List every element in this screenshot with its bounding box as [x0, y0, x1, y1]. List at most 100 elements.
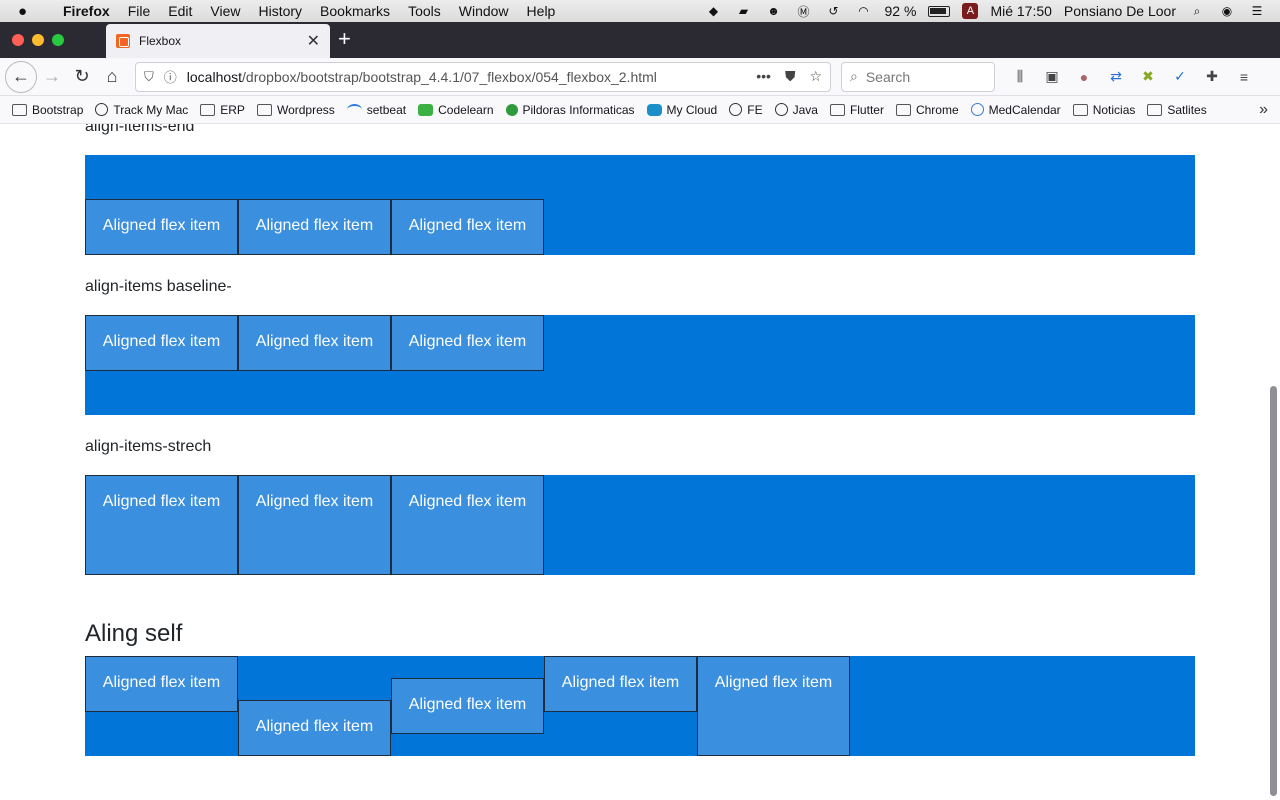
navigation-toolbar: ← → ↻ ⌂ ⛉ ⓘ localhost/dropbox/bootstrap/… [0, 58, 1280, 96]
time-machine-icon[interactable]: ↺ [825, 3, 843, 19]
bookmark-wordpress[interactable]: Wordpress [256, 102, 335, 117]
vertical-scrollbar-thumb[interactable] [1270, 386, 1277, 796]
bookmark-satlites[interactable]: Satlites [1147, 103, 1207, 117]
site-info-icon[interactable]: ⓘ [164, 67, 177, 86]
menu-firefox[interactable]: Firefox [54, 3, 119, 19]
spotlight-icon[interactable]: ⌕ [1188, 3, 1206, 19]
sidebar-icon[interactable]: ▣ [1041, 66, 1063, 88]
clock[interactable]: Mié 17:50 [990, 3, 1051, 19]
bookmark-fe[interactable]: FE [729, 103, 763, 117]
bookmark-label: MedCalendar [988, 102, 1061, 117]
flex-item: Aligned flex item [391, 315, 544, 371]
url-bar[interactable]: ⛉ ⓘ localhost/dropbox/bootstrap/bootstra… [135, 61, 831, 92]
v-extension-icon[interactable]: ✓ [1169, 66, 1191, 88]
bookmark-pildoras-informaticas[interactable]: Pildoras Informaticas [505, 102, 635, 117]
menu-tools[interactable]: Tools [399, 3, 450, 19]
bookmark-label: Noticias [1092, 102, 1136, 117]
notification-center-icon[interactable]: ☰ [1248, 3, 1266, 19]
flex-item: Aligned flex item [238, 315, 391, 371]
bookmark-label: Pildoras Informaticas [522, 102, 635, 117]
menu-edit[interactable]: Edit [159, 3, 201, 19]
wifi-icon[interactable]: ◠ [855, 3, 873, 19]
x-extension-icon[interactable]: ✖ [1137, 66, 1159, 88]
flex-item-align-self-end: Aligned flex item [238, 700, 391, 756]
flex-container-align-baseline: Aligned flex item Aligned flex item Alig… [85, 315, 1195, 415]
flex-item-align-self-center: Aligned flex item [391, 678, 544, 734]
more-bookmarks-chevron-icon[interactable]: » [1259, 101, 1268, 119]
search-placeholder: Search [865, 68, 911, 85]
input-source-badge[interactable]: A [962, 3, 979, 19]
codelearn-icon [418, 103, 434, 116]
menubar-status-area: ◆ ▰ ☻ Ⓜ ↺ ◠ 92 % A Mié 17:50 Ponsiano De… [705, 3, 1280, 19]
battery-icon[interactable] [928, 5, 951, 17]
minimize-window-button[interactable] [32, 34, 44, 46]
flex-item: Aligned flex item [85, 199, 238, 255]
folder-icon [895, 103, 911, 116]
tab-title: Flexbox [139, 34, 182, 48]
globe-icon [774, 103, 788, 116]
macos-menubar: ● Firefox File Edit View History Bookmar… [0, 0, 1280, 22]
pildoras-icon [505, 103, 518, 116]
alien-icon[interactable]: ☻ [765, 3, 783, 19]
bookmark-label: Bootstrap [32, 102, 84, 117]
label-align-items-stretch: align-items-strech [85, 438, 212, 455]
bookmark-codelearn[interactable]: Codelearn [418, 103, 494, 117]
tab-flexbox[interactable]: Flexbox ✕ [106, 24, 330, 58]
bookmark-star-icon[interactable]: ☆ [809, 68, 822, 85]
menu-bookmarks[interactable]: Bookmarks [311, 3, 399, 19]
apple-menu-icon[interactable]: ● [18, 3, 40, 20]
bookmark-flutter[interactable]: Flutter [829, 103, 884, 117]
url-actions: ••• ⛊ ☆ [756, 68, 822, 85]
bookmark-label: setbeat [366, 102, 407, 117]
bookmark-chrome[interactable]: Chrome [895, 103, 959, 117]
close-tab-icon[interactable]: ✕ [307, 31, 320, 51]
zoom-window-button[interactable] [52, 34, 64, 46]
translate-icon[interactable]: ⇄ [1105, 66, 1127, 88]
pocket-icon[interactable]: ⛊ [785, 68, 796, 85]
bookmark-erp[interactable]: ERP [200, 103, 245, 117]
bookmark-setbeat[interactable]: setbeat [346, 102, 407, 117]
page-actions-icon[interactable]: ••• [756, 68, 771, 85]
flex-item: Aligned flex item [85, 315, 238, 371]
reload-button[interactable]: ↻ [67, 62, 97, 92]
library-icon[interactable]: ⫼ [1009, 66, 1031, 88]
home-button[interactable]: ⌂ [97, 62, 127, 92]
tracking-protection-shield-icon[interactable]: ⛉ [144, 69, 154, 85]
dropbox-icon[interactable]: ◆ [705, 3, 723, 19]
bookmark-my-cloud[interactable]: My Cloud [646, 103, 717, 117]
folder-icon [1072, 103, 1088, 116]
siri-icon[interactable]: ◉ [1218, 3, 1236, 19]
menu-help[interactable]: Help [518, 3, 565, 19]
close-window-button[interactable] [12, 34, 24, 46]
forward-button[interactable]: → [37, 62, 67, 92]
bookmark-bootstrap[interactable]: Bootstrap [12, 103, 83, 117]
globe-icon [729, 103, 743, 116]
menu-history[interactable]: History [249, 3, 311, 19]
new-tab-button[interactable]: + [338, 28, 351, 50]
menu-file[interactable]: File [119, 3, 160, 19]
bookmark-medcalendar[interactable]: MedCalendar [970, 102, 1061, 117]
cloud-icon [646, 103, 662, 116]
bookmark-label: ERP [220, 102, 245, 117]
wd-drive-icon[interactable]: ▰ [735, 3, 753, 19]
menu-view[interactable]: View [201, 3, 249, 19]
bookmark-track-my-mac[interactable]: Track My Mac [95, 103, 188, 117]
extensions-icon[interactable]: ✚ [1201, 66, 1223, 88]
account-avatar-icon[interactable]: ● [1073, 66, 1095, 88]
bookmark-noticias[interactable]: Noticias [1072, 102, 1136, 117]
flex-item-align-self-stretch: Aligned flex item [697, 656, 850, 756]
bookmark-java[interactable]: Java [774, 103, 818, 117]
search-bar[interactable]: ⌕ Search [841, 61, 995, 92]
battery-percent[interactable]: 92 % [885, 3, 917, 19]
toolbar-extensions: ⫼ ▣ ● ⇄ ✖ ✓ ✚ ≡ [1009, 66, 1255, 88]
back-button[interactable]: ← [5, 60, 37, 93]
flex-container-align-stretch: Aligned flex item Aligned flex item Alig… [85, 475, 1195, 575]
menu-hamburger-icon[interactable]: ≡ [1233, 66, 1255, 88]
tab-strip: Flexbox ✕ + [0, 22, 1280, 58]
user-name[interactable]: Ponsiano De Loor [1064, 3, 1176, 19]
m-app-icon[interactable]: Ⓜ [795, 3, 813, 19]
bookmark-label: Wordpress [276, 102, 335, 117]
folder-icon [256, 103, 272, 116]
menu-window[interactable]: Window [450, 3, 518, 19]
url-path: /dropbox/bootstrap/bootstrap_4.4.1/07_fl… [242, 68, 657, 85]
